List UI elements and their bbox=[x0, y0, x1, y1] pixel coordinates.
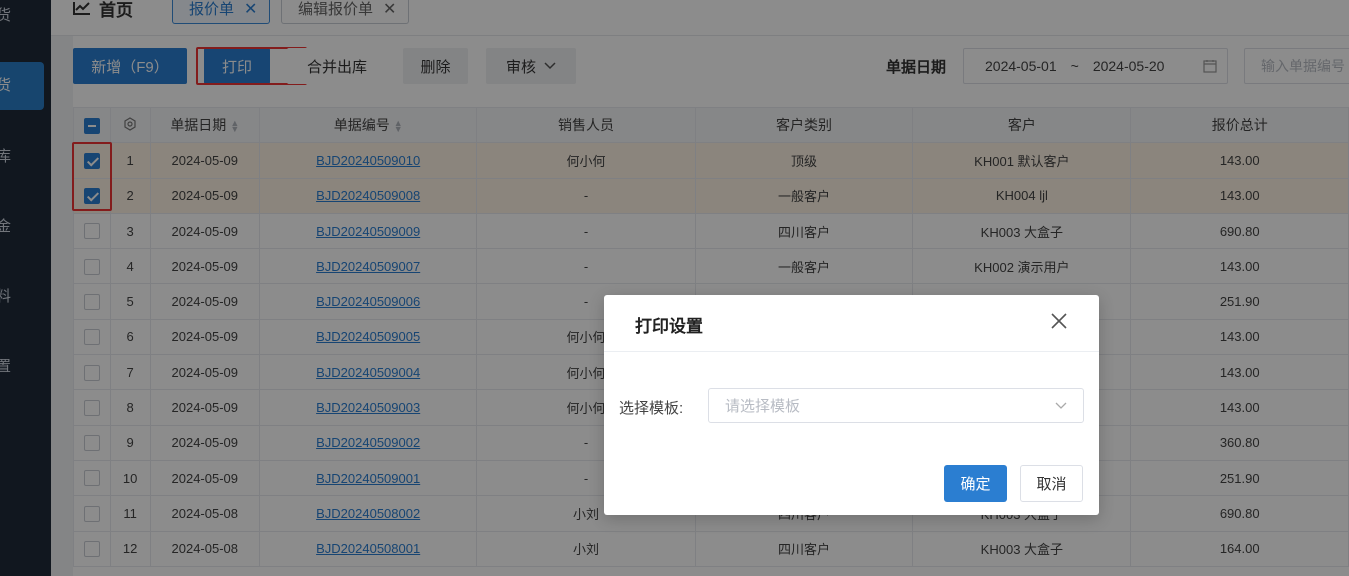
dialog-title: 打印设置 bbox=[635, 317, 703, 336]
dialog-divider bbox=[604, 351, 1099, 352]
cancel-button[interactable]: 取消 bbox=[1020, 465, 1083, 502]
template-select[interactable]: 请选择模板 bbox=[708, 388, 1084, 423]
template-placeholder: 请选择模板 bbox=[725, 398, 801, 415]
print-settings-dialog: 打印设置 选择模板: 请选择模板 确定 取消 bbox=[604, 295, 1099, 515]
template-label: 选择模板: bbox=[619, 400, 684, 417]
confirm-button[interactable]: 确定 bbox=[944, 465, 1007, 502]
chevron-down-icon bbox=[1055, 402, 1067, 409]
close-icon[interactable] bbox=[1049, 311, 1069, 331]
